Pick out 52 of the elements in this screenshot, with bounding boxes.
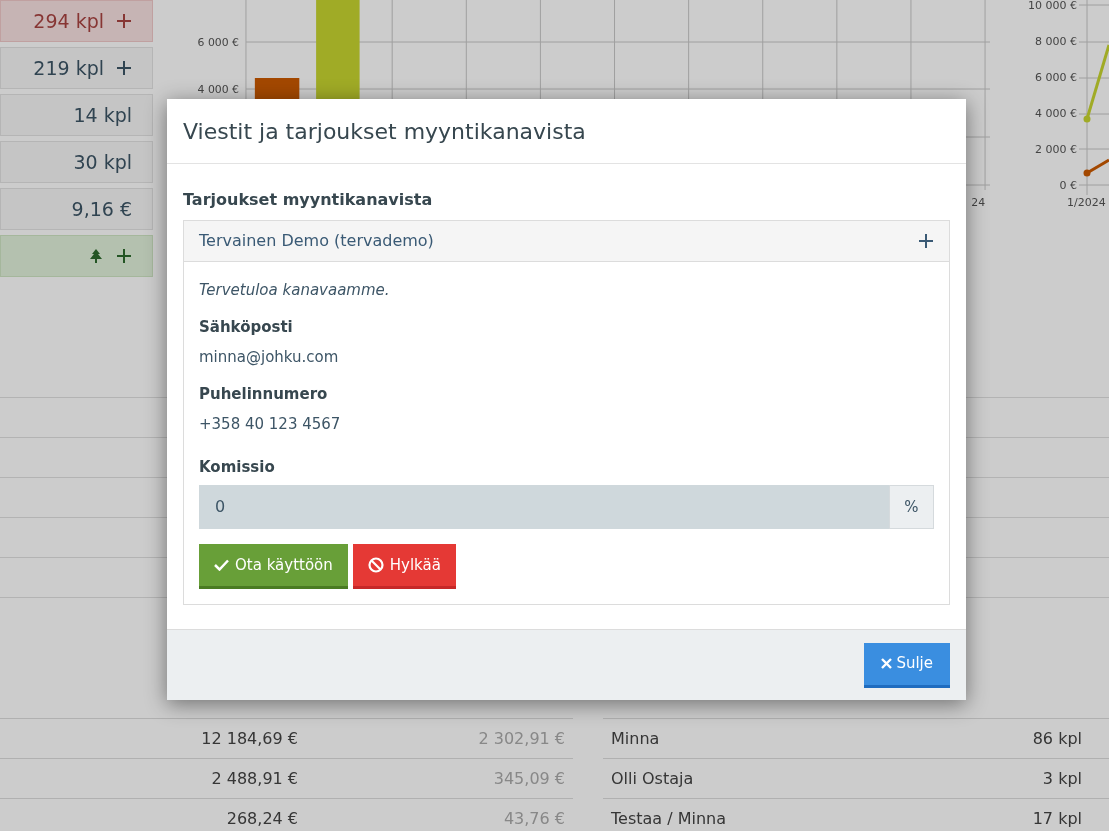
close-button[interactable]: Sulje [864, 642, 950, 688]
prohibited-icon [367, 557, 384, 573]
axis-tick-label: 6 000 € [1035, 71, 1077, 84]
plus-icon[interactable] [116, 248, 132, 264]
unit-addon: % [889, 485, 934, 529]
tree-icon [88, 248, 104, 264]
table-cell-text: 86 kpl [1032, 727, 1082, 750]
table-cell-text: 17 kpl [1032, 807, 1082, 830]
reject-button[interactable]: Hylkää [352, 544, 456, 589]
table-cell-text: 2 488,91 € [210, 767, 299, 790]
plus-icon[interactable] [116, 13, 132, 29]
plus-icon[interactable] [918, 233, 934, 249]
accept-button[interactable]: Ota käyttöön [199, 544, 348, 589]
axis-tick-label: 0 € [1059, 179, 1077, 192]
axis-tick-label: 4 000 € [197, 82, 240, 96]
field-label: Sähköposti [199, 316, 294, 338]
axis-tick-label: 6 000 € [197, 35, 240, 49]
table-cell-text: 345,09 € [492, 767, 566, 790]
stat-value: 14 kpl [73, 102, 132, 128]
offer-name: Tervainen Demo (tervademo) [199, 230, 434, 252]
table-cell-text: Testaa / Minna [611, 807, 726, 830]
field-value: +358 40 123 4567 [199, 414, 342, 435]
table-cell-text: 2 302,91 € [477, 727, 566, 750]
field-value: minna@johku.com [199, 347, 340, 368]
checkmark-icon [214, 559, 229, 571]
stat-value: 9,16 € [71, 196, 132, 222]
chart-point [1083, 169, 1091, 177]
axis-tick-label: 1/2024 [1067, 196, 1106, 209]
chart-point [1083, 115, 1091, 123]
field-label: Komissio [199, 456, 276, 478]
stat-value: 294 kpl [33, 8, 104, 34]
table-cell-text: 3 kpl [1042, 767, 1082, 790]
dialog-title: Viestit ja tarjoukset myyntikanavista [183, 117, 586, 146]
stat-value: 30 kpl [73, 149, 132, 175]
axis-tick-label: 10 000 € [1028, 0, 1077, 12]
axis-tick-label: 24 [971, 195, 986, 209]
axis-tick-label: 2 000 € [1035, 143, 1077, 156]
table-cell-text: 12 184,69 € [200, 727, 299, 750]
axis-tick-label: 4 000 € [1035, 107, 1077, 120]
stat-value: 219 kpl [33, 55, 104, 81]
plus-icon[interactable] [116, 60, 132, 76]
close-icon [881, 658, 893, 669]
table-cell-text: Minna [611, 727, 660, 750]
section-title: Tarjoukset myyntikanavista [183, 189, 434, 211]
table-cell-text: 268,24 € [225, 807, 299, 830]
table-cell-text: 43,76 € [502, 807, 566, 830]
field-label: Puhelinnumero [199, 383, 329, 405]
axis-tick-label: 8 000 € [1035, 35, 1077, 48]
offer-message: Tervetuloa kanavaamme. [199, 280, 391, 301]
commission-input[interactable]: 0 [199, 485, 889, 529]
table-cell-text: Olli Ostaja [611, 767, 694, 790]
panel-header[interactable]: Tervainen Demo (tervademo) [184, 221, 949, 262]
